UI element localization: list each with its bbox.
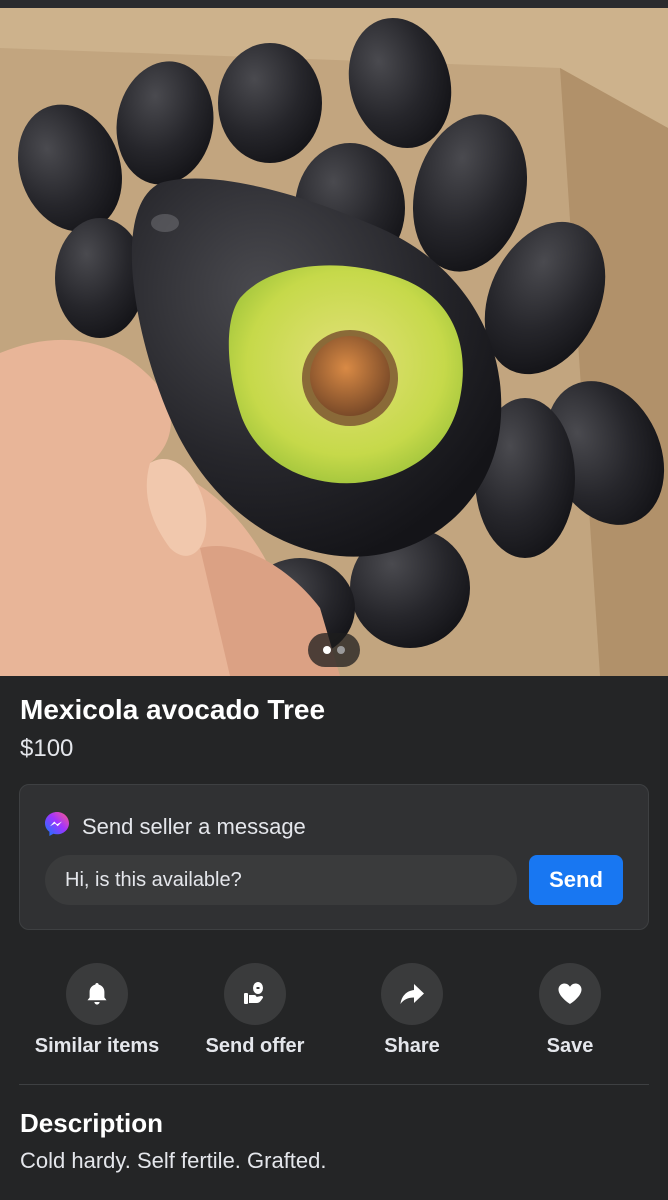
listing-title: Mexicola avocado Tree [20,694,326,725]
listing-price: $100 [20,735,74,762]
save-circle[interactable] [539,963,601,1025]
send-offer-label: Send offer [205,1035,305,1057]
description-text: Cold hardy. Self fertile. Grafted. [20,1148,327,1173]
message-header: Send seller a message [44,811,306,842]
send-button[interactable]: Send [529,855,623,905]
save-label: Save [546,1035,594,1057]
share-button[interactable]: Share [332,963,492,1058]
photo-pager[interactable] [308,633,360,667]
avocado-photo-illustration [0,8,668,676]
similar-items-button[interactable]: Similar items [17,963,177,1058]
send-offer-button[interactable]: Send offer [175,963,335,1058]
pager-dot-inactive [337,646,345,654]
message-header-label: Send seller a message [82,813,306,839]
offer-icon [244,982,264,1004]
heart-icon [558,983,582,1004]
status-bar [0,0,668,8]
send-offer-circle[interactable] [224,963,286,1025]
pager-dot-active [323,646,331,654]
message-seller-card: Send seller a message Hi, is this availa… [19,784,649,930]
share-icon [400,984,424,1004]
bell-icon [87,983,107,1005]
save-button[interactable]: Save [490,963,650,1058]
section-divider [19,1084,649,1085]
similar-items-circle[interactable] [66,963,128,1025]
share-label: Share [384,1035,440,1057]
similar-items-label: Similar items [34,1035,160,1057]
share-circle[interactable] [381,963,443,1025]
messenger-icon [44,811,70,842]
description-title: Description [20,1108,164,1138]
message-input[interactable]: Hi, is this available? [45,855,517,905]
listing-photo[interactable] [0,8,668,676]
